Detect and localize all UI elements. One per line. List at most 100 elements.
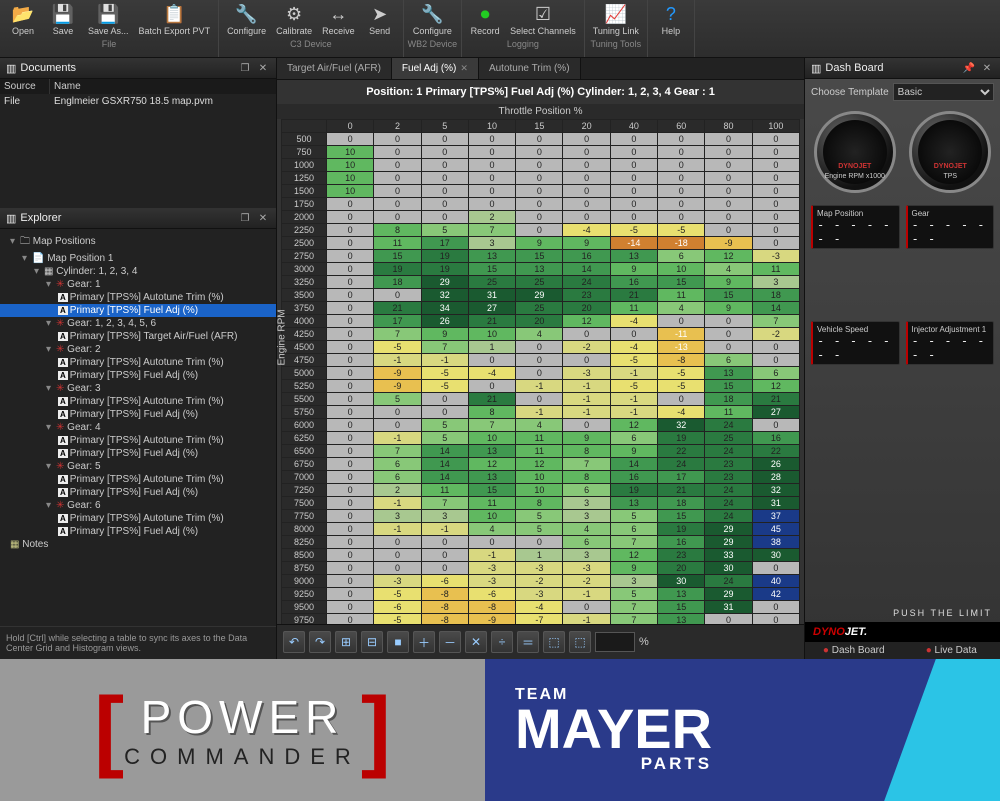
map-cell[interactable]: -5 xyxy=(374,614,421,625)
grid-tool-button[interactable]: ↶ xyxy=(283,631,305,653)
map-cell[interactable]: 25 xyxy=(516,302,563,315)
map-cell[interactable]: 0 xyxy=(468,198,515,211)
map-cell[interactable]: 22 xyxy=(658,445,705,458)
map-cell[interactable]: 5 xyxy=(421,419,468,432)
map-cell[interactable]: -1 xyxy=(610,393,657,406)
map-cell[interactable]: 9 xyxy=(610,562,657,575)
tree-node[interactable]: APrimary [TPS%] Fuel Adj (%) xyxy=(0,486,276,499)
row-header[interactable]: 3250 xyxy=(282,276,327,289)
map-cell[interactable]: 6 xyxy=(610,523,657,536)
map-cell[interactable]: -1 xyxy=(468,549,515,562)
map-cell[interactable]: 0 xyxy=(752,419,799,432)
map-cell[interactable]: 29 xyxy=(705,536,752,549)
map-cell[interactable]: 12 xyxy=(563,315,610,328)
map-cell[interactable]: 0 xyxy=(421,393,468,406)
map-cell[interactable]: 6 xyxy=(658,250,705,263)
map-cell[interactable]: 10 xyxy=(468,328,515,341)
close-icon[interactable]: ✕ xyxy=(460,63,468,74)
map-cell[interactable]: 0 xyxy=(705,159,752,172)
map-cell[interactable]: 0 xyxy=(374,406,421,419)
map-cell[interactable]: 5 xyxy=(421,432,468,445)
map-cell[interactable]: 30 xyxy=(752,549,799,562)
row-header[interactable]: 1500 xyxy=(282,185,327,198)
map-cell[interactable]: 0 xyxy=(516,159,563,172)
row-header[interactable]: 5000 xyxy=(282,367,327,380)
map-cell[interactable]: 17 xyxy=(658,471,705,484)
tree-node[interactable]: ▾✳ Gear: 1, 2, 3, 4, 5, 6 xyxy=(0,317,276,330)
map-cell[interactable]: -1 xyxy=(516,380,563,393)
map-cell[interactable]: -5 xyxy=(610,354,657,367)
map-cell[interactable]: 0 xyxy=(658,159,705,172)
map-cell[interactable]: 10 xyxy=(327,146,374,159)
map-cell[interactable]: 27 xyxy=(752,406,799,419)
map-cell[interactable]: 5 xyxy=(516,523,563,536)
map-cell[interactable]: -5 xyxy=(658,380,705,393)
tree-node[interactable]: ▾✳ Gear: 4 xyxy=(0,421,276,434)
map-cell[interactable]: 12 xyxy=(610,549,657,562)
explorer-tree[interactable]: ▾🗀 Map Positions▾📄 Map Position 1▾▦ Cyli… xyxy=(0,229,276,626)
map-cell[interactable]: 9 xyxy=(421,328,468,341)
row-header[interactable]: 2000 xyxy=(282,211,327,224)
map-cell[interactable]: 24 xyxy=(705,510,752,523)
map-cell[interactable]: 21 xyxy=(610,289,657,302)
map-cell[interactable]: -9 xyxy=(468,614,515,625)
map-cell[interactable]: 15 xyxy=(658,601,705,614)
toolbar-configure[interactable]: 🔧Configure xyxy=(409,0,456,39)
map-cell[interactable]: -2 xyxy=(563,341,610,354)
map-cell[interactable]: 23 xyxy=(658,549,705,562)
map-cell[interactable]: -3 xyxy=(516,588,563,601)
map-cell[interactable]: 0 xyxy=(516,185,563,198)
map-cell[interactable]: 0 xyxy=(705,328,752,341)
toolbar-help[interactable]: ?Help xyxy=(652,0,690,39)
map-cell[interactable]: 31 xyxy=(468,289,515,302)
map-cell[interactable]: 12 xyxy=(516,458,563,471)
map-cell[interactable]: 0 xyxy=(705,133,752,146)
map-cell[interactable]: 15 xyxy=(516,250,563,263)
map-cell[interactable]: 0 xyxy=(374,549,421,562)
map-cell[interactable]: 13 xyxy=(658,588,705,601)
map-cell[interactable]: 0 xyxy=(327,536,374,549)
row-header[interactable]: 3500 xyxy=(282,289,327,302)
map-cell[interactable]: 31 xyxy=(705,601,752,614)
map-cell[interactable]: 0 xyxy=(752,211,799,224)
row-header[interactable]: 6000 xyxy=(282,419,327,432)
row-header[interactable]: 9750 xyxy=(282,614,327,625)
row-header[interactable]: 7000 xyxy=(282,471,327,484)
map-cell[interactable]: -1 xyxy=(374,523,421,536)
map-cell[interactable]: 0 xyxy=(327,263,374,276)
map-cell[interactable]: 0 xyxy=(421,146,468,159)
row-header[interactable]: 3750 xyxy=(282,302,327,315)
map-cell[interactable]: 4 xyxy=(468,523,515,536)
map-cell[interactable]: 0 xyxy=(374,536,421,549)
map-cell[interactable]: 0 xyxy=(327,315,374,328)
map-cell[interactable]: -1 xyxy=(374,354,421,367)
map-cell[interactable]: 0 xyxy=(610,185,657,198)
tree-node[interactable]: APrimary [TPS%] Autotune Trim (%) xyxy=(0,434,276,447)
map-cell[interactable]: -14 xyxy=(610,237,657,250)
map-cell[interactable]: -5 xyxy=(610,380,657,393)
map-cell[interactable]: 3 xyxy=(563,510,610,523)
map-cell[interactable]: 0 xyxy=(327,237,374,250)
map-cell[interactable]: 0 xyxy=(468,380,515,393)
map-cell[interactable]: 0 xyxy=(752,133,799,146)
map-cell[interactable]: 14 xyxy=(421,471,468,484)
grid-tool-button[interactable]: ⬚ xyxy=(569,631,591,653)
tree-node[interactable]: APrimary [TPS%] Fuel Adj (%) xyxy=(0,525,276,538)
col-header[interactable]: 15 xyxy=(516,120,563,133)
map-cell[interactable]: 19 xyxy=(658,523,705,536)
toolbar-receive[interactable]: ↔Receive xyxy=(318,0,359,39)
map-cell[interactable]: 0 xyxy=(610,159,657,172)
map-cell[interactable]: 8 xyxy=(563,471,610,484)
map-cell[interactable]: -3 xyxy=(752,250,799,263)
map-cell[interactable]: 0 xyxy=(327,445,374,458)
row-header[interactable]: 7750 xyxy=(282,510,327,523)
map-cell[interactable]: 45 xyxy=(752,523,799,536)
map-cell[interactable]: -4 xyxy=(563,224,610,237)
col-source[interactable]: Source xyxy=(0,79,50,94)
map-cell[interactable]: -9 xyxy=(374,367,421,380)
map-cell[interactable]: -1 xyxy=(610,406,657,419)
map-cell[interactable]: 15 xyxy=(468,263,515,276)
map-cell[interactable]: 1 xyxy=(516,549,563,562)
row-header[interactable]: 6500 xyxy=(282,445,327,458)
map-cell[interactable]: 20 xyxy=(563,302,610,315)
